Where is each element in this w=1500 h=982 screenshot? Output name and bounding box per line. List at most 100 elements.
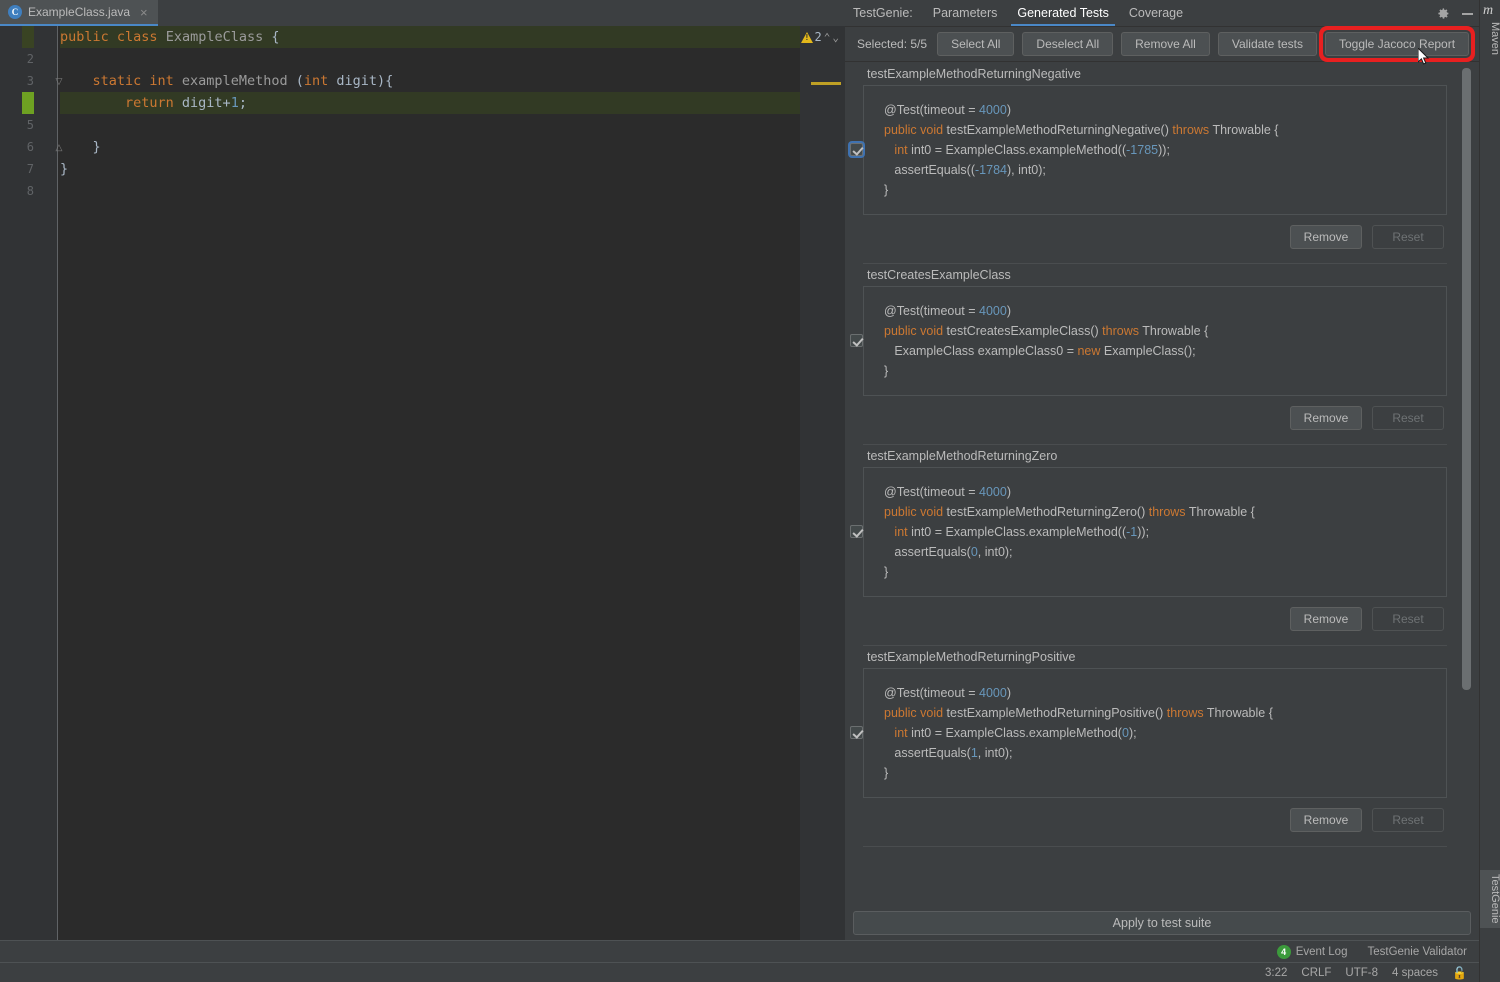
select-all-button[interactable]: Select All: [937, 32, 1015, 56]
close-icon[interactable]: ×: [140, 6, 148, 19]
code-line[interactable]: }: [60, 136, 800, 158]
tool-window-maven[interactable]: Maven: [1480, 18, 1500, 59]
inspection-status[interactable]: 2 ⌃ ⌄: [800, 30, 839, 44]
code-token: ExampleClass: [165, 29, 272, 45]
code-line[interactable]: public class ExampleClass {: [60, 26, 800, 48]
remove-all-button[interactable]: Remove All: [1121, 32, 1210, 56]
test-code-token: int0 = ExampleClass.exampleMethod((: [911, 525, 1127, 539]
reset-test-button[interactable]: Reset: [1372, 225, 1444, 249]
code-line[interactable]: [60, 114, 800, 136]
editor-tab-exampleclass[interactable]: C ExampleClass.java ×: [0, 0, 158, 26]
test-code-token: throws: [1166, 706, 1207, 720]
test-code-token: Throwable {: [1212, 123, 1279, 137]
test-case-checkbox[interactable]: [850, 143, 864, 157]
panel-title: TestGenie:: [853, 6, 913, 20]
remove-test-button[interactable]: Remove: [1290, 225, 1362, 249]
test-case-checkbox[interactable]: [850, 334, 864, 348]
testgenie-validator-item[interactable]: TestGenie Validator: [1367, 946, 1467, 958]
test-code-token: throws: [1148, 505, 1189, 519]
generated-tests-scroll-area[interactable]: testExampleMethodReturningNegative @Test(…: [845, 63, 1479, 907]
event-log-item[interactable]: 4 Event Log: [1276, 944, 1347, 959]
panel-scrollbar-thumb[interactable]: [1462, 68, 1471, 690]
code-line[interactable]: static int exampleMethod (int digit){: [60, 70, 800, 92]
test-code-token: }: [884, 565, 889, 579]
code-line[interactable]: }: [60, 158, 800, 180]
apply-to-test-suite-button[interactable]: Apply to test suite: [853, 911, 1471, 935]
unlocked-icon[interactable]: 🔓: [1452, 966, 1467, 980]
code-token: int: [303, 73, 337, 89]
test-code-token: throws: [1172, 123, 1213, 137]
line-number: 6: [26, 140, 34, 154]
change-marker-line-1[interactable]: [22, 26, 34, 48]
code-token: ){: [377, 73, 394, 89]
test-case-card: testExampleMethodReturningNegative @Test(…: [850, 63, 1447, 264]
test-code-token: 4000: [979, 686, 1007, 700]
test-case-checkbox[interactable]: [850, 726, 864, 740]
test-code-token: testExampleMethodReturningNegative(): [946, 123, 1173, 137]
code-line[interactable]: [60, 180, 800, 202]
test-code-editor[interactable]: @Test(timeout = 4000) public void testExa…: [850, 467, 1447, 597]
editor-gutter[interactable]: 12345678 ▽ △: [0, 26, 62, 940]
test-code-editor[interactable]: @Test(timeout = 4000) public void testExa…: [850, 85, 1447, 215]
test-code-token: public void: [884, 706, 947, 720]
panel-scrollbar-track[interactable]: [1462, 63, 1475, 907]
file-encoding[interactable]: UTF-8: [1345, 967, 1378, 979]
test-code-token: @Test(timeout =: [884, 686, 980, 700]
test-code-token: [884, 525, 894, 539]
error-stripe-marker[interactable]: [811, 82, 841, 85]
chevron-up-icon[interactable]: ⌃: [824, 31, 831, 44]
editor-tab-label: ExampleClass.java: [28, 5, 131, 19]
test-code-token: );: [1128, 726, 1137, 740]
tab-coverage[interactable]: Coverage: [1119, 1, 1193, 26]
chevron-down-icon[interactable]: ⌄: [832, 31, 839, 44]
gear-icon[interactable]: [1437, 7, 1450, 20]
code-line[interactable]: [60, 48, 800, 70]
checkmark-icon: [850, 334, 863, 347]
error-stripe[interactable]: 2 ⌃ ⌄: [800, 26, 845, 940]
test-code-token: int: [894, 525, 912, 539]
code-token: ;: [238, 95, 247, 111]
code-area[interactable]: public class ExampleClass { static int e…: [60, 26, 800, 940]
test-case-name: testExampleMethodReturningPositive: [867, 650, 1076, 664]
test-case-checkbox[interactable]: [850, 525, 864, 539]
line-number-column: 1 2 3 4 5 6 7 8: [0, 26, 40, 202]
deselect-all-button[interactable]: Deselect All: [1022, 32, 1114, 56]
test-code-token: assertEquals((: [884, 163, 976, 177]
java-class-icon: C: [8, 5, 22, 19]
test-case-name: testExampleMethodReturningZero: [867, 449, 1058, 463]
tab-parameters[interactable]: Parameters: [923, 1, 1008, 26]
test-case-name: testCreatesExampleClass: [867, 268, 1011, 282]
test-code-line: public void testExampleMethodReturningZe…: [884, 502, 1436, 522]
toggle-jacoco-report-button[interactable]: Toggle Jacoco Report: [1324, 32, 1470, 56]
tab-generated-tests[interactable]: Generated Tests: [1007, 1, 1119, 26]
status-bar-primary: 4 Event Log TestGenie Validator: [0, 940, 1479, 962]
caret-position[interactable]: 3:22: [1265, 967, 1287, 979]
status-bar-secondary: 3:22 CRLF UTF-8 4 spaces 🔓: [0, 962, 1479, 982]
remove-test-button[interactable]: Remove: [1290, 808, 1362, 832]
indent-setting[interactable]: 4 spaces: [1392, 967, 1438, 979]
test-code-token: ): [1006, 485, 1011, 499]
reset-test-button[interactable]: Reset: [1372, 406, 1444, 430]
test-code-line: assertEquals(0, int0);: [884, 542, 1436, 562]
test-code-token: , int0);: [977, 746, 1013, 760]
test-code-token: @Test(timeout =: [884, 103, 980, 117]
test-code-editor[interactable]: @Test(timeout = 4000) public void testExa…: [850, 668, 1447, 798]
test-code-editor[interactable]: @Test(timeout = 4000) public void testCre…: [850, 286, 1447, 396]
tool-window-testgenie[interactable]: TestGenie: [1480, 870, 1500, 928]
line-separator[interactable]: CRLF: [1301, 967, 1331, 979]
test-code-token: testExampleMethodReturningPositive(): [946, 706, 1167, 720]
reset-test-button[interactable]: Reset: [1372, 607, 1444, 631]
remove-test-button[interactable]: Remove: [1290, 607, 1362, 631]
validate-tests-button[interactable]: Validate tests: [1217, 32, 1317, 56]
panel-header-actions: [1437, 0, 1473, 27]
reset-test-button[interactable]: Reset: [1372, 808, 1444, 832]
remove-test-button[interactable]: Remove: [1290, 406, 1362, 430]
editor-tabbar: C ExampleClass.java ×: [0, 0, 845, 26]
change-marker-line-4[interactable]: [22, 92, 34, 114]
test-code-token: Throwable {: [1206, 706, 1273, 720]
code-token: static: [60, 73, 150, 89]
code-line[interactable]: return digit+1;: [60, 92, 800, 114]
line-number: 5: [26, 118, 34, 132]
minimize-icon[interactable]: [1462, 12, 1473, 15]
editor-body[interactable]: 12345678 ▽ △ public class ExampleClass {…: [0, 26, 845, 940]
